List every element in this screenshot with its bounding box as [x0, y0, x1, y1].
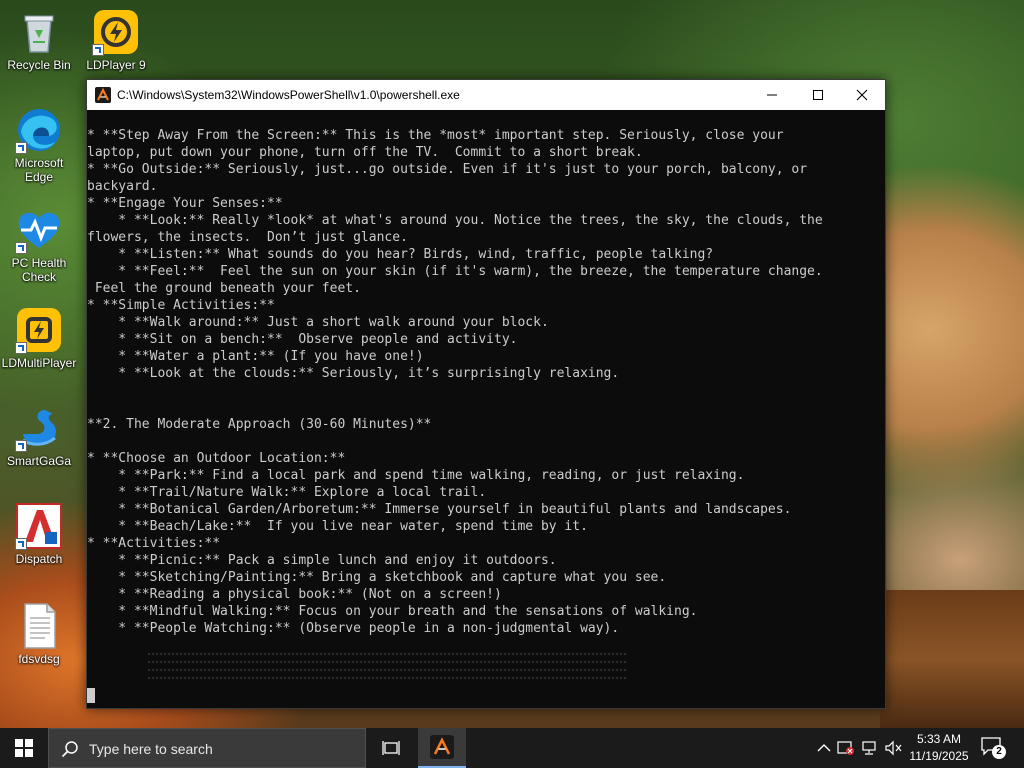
health-heart-icon [15, 206, 63, 254]
minimize-button[interactable] [749, 80, 795, 110]
desktop-icon-label: Dispatch [15, 552, 63, 566]
volume-muted-icon [885, 740, 902, 756]
desktop-icon-label: LDMultiPlayer [1, 356, 77, 370]
text-cursor [87, 688, 95, 703]
shortcut-arrow-icon [15, 538, 27, 550]
swan-icon [15, 404, 63, 452]
terminal-app-icon [95, 87, 111, 103]
chevron-up-icon [817, 744, 831, 752]
edge-icon [15, 106, 63, 154]
tray-network-icon[interactable] [860, 738, 880, 758]
scrollbar[interactable] [873, 110, 885, 708]
shortcut-arrow-icon [15, 440, 27, 452]
terminal-app-icon [430, 735, 454, 759]
search-icon [61, 741, 78, 758]
close-button[interactable] [839, 80, 885, 110]
text-file-icon [15, 602, 63, 650]
minimize-icon [767, 94, 777, 96]
taskbar-search-box[interactable]: Type here to search [48, 728, 366, 768]
taskbar: Type here to search 5:33 AM 11/19/2025 2 [0, 728, 1024, 768]
close-icon [856, 89, 868, 101]
tray-security-icon[interactable] [836, 738, 856, 758]
notification-count-badge: 2 [992, 745, 1006, 759]
desktop-icon-ldmultiplayer[interactable]: LDMultiPlayer [1, 306, 77, 370]
ldmultiplayer-icon [15, 306, 63, 354]
render-artifact [147, 650, 627, 682]
desktop-icon-fdsvdsg[interactable]: fdsvdsg [1, 602, 77, 666]
task-view-button[interactable] [372, 728, 412, 768]
dispatch-icon [15, 502, 63, 550]
taskbar-clock[interactable]: 5:33 AM 11/19/2025 [904, 731, 974, 765]
wallpaper-table [880, 590, 1024, 728]
clock-time: 5:33 AM [916, 732, 962, 746]
desktop-icon-smartgaga[interactable]: SmartGaGa [1, 404, 77, 468]
show-hidden-icons-button[interactable] [814, 738, 834, 758]
desktop-icon-label: Recycle Bin [7, 58, 71, 72]
shortcut-arrow-icon [15, 342, 27, 354]
maximize-button[interactable] [795, 80, 841, 110]
desktop-icon-label: fdsvdsg [18, 652, 60, 666]
title-bar[interactable]: C:\Windows\System32\WindowsPowerShell\v1… [87, 80, 885, 110]
start-button[interactable] [0, 728, 48, 768]
desktop-icon-label: Microsoft Edge [14, 156, 64, 184]
shortcut-arrow-icon [15, 242, 27, 254]
desktop-icon-recycle-bin[interactable]: Recycle Bin [1, 8, 77, 72]
desktop-icon-label: LDPlayer 9 [86, 58, 146, 72]
desktop: Recycle Bin LDPlayer 9 Microsoft Edge PC… [0, 0, 1024, 728]
maximize-icon [813, 90, 823, 100]
shortcut-arrow-icon [15, 142, 27, 154]
desktop-icon-pc-health-check[interactable]: PC Health Check [1, 206, 77, 284]
windows-logo-icon [15, 739, 33, 757]
window-title: C:\Windows\System32\WindowsPowerShell\v1… [117, 88, 460, 102]
network-icon [862, 741, 876, 755]
ldplayer-icon [92, 8, 140, 56]
desktop-icon-dispatch[interactable]: Dispatch [1, 502, 77, 566]
tray-volume-icon[interactable] [884, 738, 904, 758]
desktop-icon-ldplayer[interactable]: LDPlayer 9 [78, 8, 154, 72]
notification-center-button[interactable]: 2 [980, 736, 1006, 760]
desktop-icon-label: PC Health Check [11, 256, 67, 284]
terminal-output: * **Step Away From the Screen:** This is… [87, 128, 823, 636]
clock-date: 11/19/2025 [909, 749, 969, 763]
recycle-bin-icon [15, 8, 63, 56]
security-alert-icon [837, 741, 854, 755]
task-view-icon [382, 741, 400, 755]
terminal-output-area[interactable]: * **Step Away From the Screen:** This is… [87, 110, 885, 708]
desktop-icon-edge[interactable]: Microsoft Edge [1, 106, 77, 184]
desktop-icon-label: SmartGaGa [6, 454, 72, 468]
taskbar-terminal-app[interactable] [418, 728, 466, 768]
powershell-window[interactable]: C:\Windows\System32\WindowsPowerShell\v1… [86, 79, 886, 709]
shortcut-arrow-icon [92, 44, 104, 56]
search-placeholder: Type here to search [89, 741, 213, 757]
